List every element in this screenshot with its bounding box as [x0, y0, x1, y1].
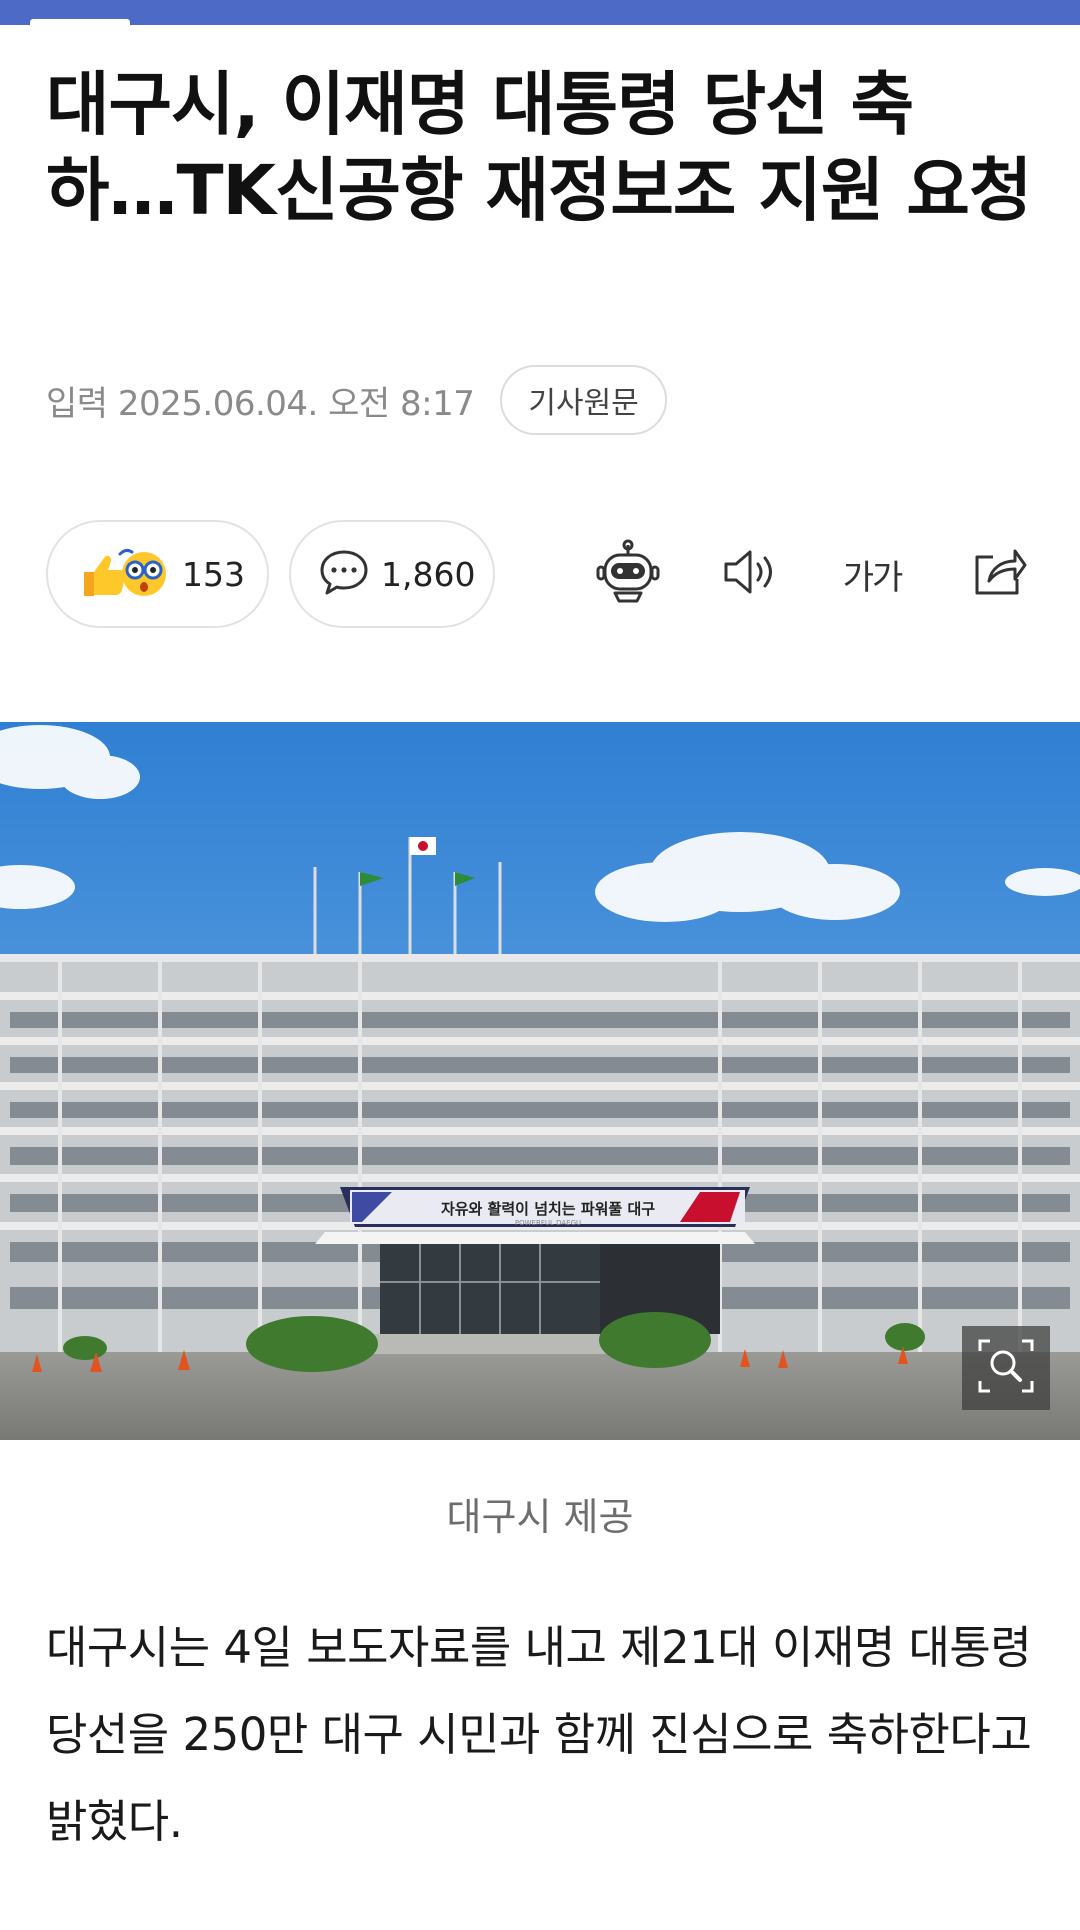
article-body-paragraph: 대구시는 4일 보도자료를 내고 제21대 이재명 대통령 당선을 250만 대… — [46, 1621, 1032, 1848]
top-header-bar — [0, 0, 1080, 25]
published-date: 입력 2025.06.04. 오전 8:17 — [46, 383, 475, 424]
article-headline: 대구시, 이재명 대통령 당선 축하…TK신공항 재정보조 지원 요청 — [46, 65, 1032, 231]
ai-summary-button[interactable] — [590, 536, 666, 612]
speaker-icon — [720, 546, 780, 602]
font-size-label: 가가 — [842, 557, 904, 598]
original-article-button[interactable]: 기사원문 — [500, 365, 667, 435]
robot-icon — [595, 539, 661, 609]
text-to-speech-button[interactable] — [712, 536, 788, 612]
article-photo[interactable]: 자유와 활력이 넘치는 파워풀 대구 POWERFUL DAEGU — [0, 722, 1080, 1440]
thumbs-up-and-surprised-face-icon — [76, 542, 170, 606]
speech-bubble-icon — [319, 548, 369, 600]
reaction-button[interactable]: 153 — [46, 520, 269, 628]
photo-caption: 대구시 제공 — [446, 1495, 634, 1539]
font-size-button[interactable]: 가가 — [834, 536, 910, 612]
reaction-count: 153 — [182, 554, 245, 594]
share-button[interactable] — [960, 536, 1036, 612]
photo-zoom-button[interactable] — [962, 1326, 1050, 1410]
zoom-magnifier-icon — [976, 1337, 1036, 1399]
comment-count: 1,860 — [381, 554, 476, 594]
article-meta: 입력 2025.06.04. 오전 8:17 기사원문 — [46, 364, 667, 436]
comment-button[interactable]: 1,860 — [289, 520, 495, 628]
photo-banner-text: 자유와 활력이 넘치는 파워풀 대구 — [441, 1200, 655, 1218]
active-tab-indicator — [30, 19, 130, 25]
share-icon — [969, 545, 1027, 603]
photo-banner-subtext: POWERFUL DAEGU — [515, 1219, 581, 1227]
